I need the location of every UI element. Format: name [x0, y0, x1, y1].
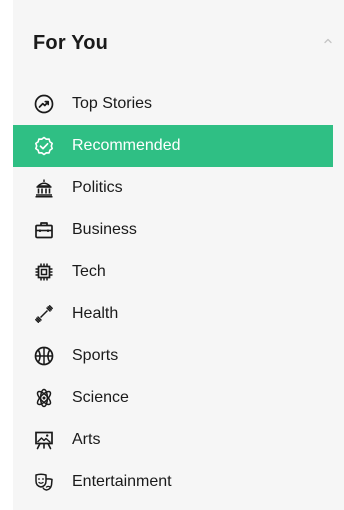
- menu-item-label: Business: [72, 221, 137, 238]
- theater-masks-icon: [33, 471, 55, 493]
- dumbbell-icon: [33, 303, 55, 325]
- menu-item-business[interactable]: Business: [13, 209, 344, 251]
- trending-up-icon: [33, 93, 55, 115]
- section-title: For You: [33, 32, 109, 54]
- menu-item-top-stories[interactable]: Top Stories: [13, 83, 344, 125]
- menu-item-label: Arts: [72, 431, 101, 448]
- badge-check-icon: [33, 135, 55, 157]
- category-menu: Top Stories Recommended Politics Busines…: [13, 83, 344, 503]
- basketball-icon: [33, 345, 55, 367]
- menu-item-sports[interactable]: Sports: [13, 335, 344, 377]
- menu-item-health[interactable]: Health: [13, 293, 344, 335]
- chevron-up-icon: [323, 33, 333, 51]
- collapse-button[interactable]: [318, 32, 338, 52]
- menu-item-tech[interactable]: Tech: [13, 251, 344, 293]
- briefcase-icon: [33, 219, 55, 241]
- menu-item-politics[interactable]: Politics: [13, 167, 344, 209]
- menu-item-label: Entertainment: [72, 473, 172, 490]
- section-header: For You: [13, 26, 344, 62]
- menu-item-recommended[interactable]: Recommended: [13, 125, 333, 167]
- menu-item-entertainment[interactable]: Entertainment: [13, 461, 344, 503]
- easel-icon: [33, 429, 55, 451]
- for-you-panel: For You Top Stories Recommended Politics: [13, 0, 344, 510]
- menu-item-label: Health: [72, 305, 119, 322]
- capitol-building-icon: [33, 177, 55, 199]
- menu-item-label: Recommended: [72, 137, 181, 154]
- atom-icon: [33, 387, 55, 409]
- menu-item-label: Tech: [72, 263, 106, 280]
- menu-item-label: Top Stories: [72, 95, 153, 112]
- chip-icon: [33, 261, 55, 283]
- menu-item-label: Science: [72, 389, 129, 406]
- menu-item-label: Politics: [72, 179, 123, 196]
- menu-item-arts[interactable]: Arts: [13, 419, 344, 461]
- menu-item-science[interactable]: Science: [13, 377, 344, 419]
- menu-item-label: Sports: [72, 347, 119, 364]
